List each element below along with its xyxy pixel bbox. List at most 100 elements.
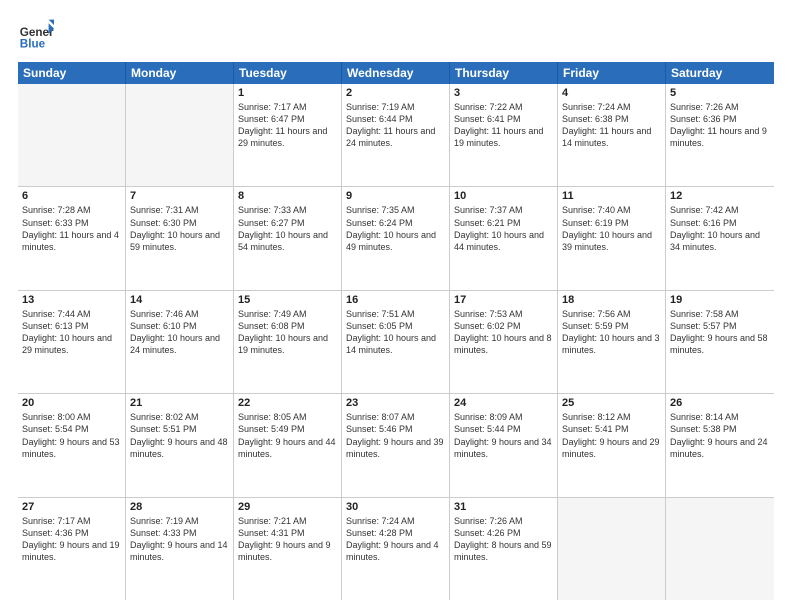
cell-info: Sunrise: 7:53 AM Sunset: 6:02 PM Dayligh… (454, 308, 553, 357)
cell-info: Sunrise: 7:49 AM Sunset: 6:08 PM Dayligh… (238, 308, 337, 357)
day-number: 12 (670, 190, 770, 202)
calendar-cell: 26 Sunrise: 8:14 AM Sunset: 5:38 PM Dayli… (666, 394, 774, 496)
calendar-cell (666, 498, 774, 600)
day-number: 23 (346, 397, 445, 409)
day-number: 20 (22, 397, 121, 409)
svg-text:Blue: Blue (20, 38, 46, 51)
cell-info: Sunrise: 7:42 AM Sunset: 6:16 PM Dayligh… (670, 204, 770, 253)
header-cell-tuesday: Tuesday (234, 62, 342, 84)
calendar-cell: 5 Sunrise: 7:26 AM Sunset: 6:36 PM Daylig… (666, 84, 774, 186)
cell-info: Sunrise: 7:24 AM Sunset: 6:38 PM Dayligh… (562, 101, 661, 150)
day-number: 5 (670, 87, 770, 99)
calendar-cell: 6Sunrise: 7:28 AM Sunset: 6:33 PM Daylig… (18, 187, 126, 289)
calendar-cell: 29 Sunrise: 7:21 AM Sunset: 4:31 PM Dayli… (234, 498, 342, 600)
calendar-cell: 16 Sunrise: 7:51 AM Sunset: 6:05 PM Dayli… (342, 291, 450, 393)
calendar-cell: 30 Sunrise: 7:24 AM Sunset: 4:28 PM Dayli… (342, 498, 450, 600)
calendar-header-row: SundayMondayTuesdayWednesdayThursdayFrid… (18, 62, 774, 84)
cell-info: Sunrise: 7:56 AM Sunset: 5:59 PM Dayligh… (562, 308, 661, 357)
calendar-cell: 13 Sunrise: 7:44 AM Sunset: 6:13 PM Dayli… (18, 291, 126, 393)
day-number: 25 (562, 397, 661, 409)
day-number: 4 (562, 87, 661, 99)
day-number: 2 (346, 87, 445, 99)
calendar-cell: 25 Sunrise: 8:12 AM Sunset: 5:41 PM Dayli… (558, 394, 666, 496)
calendar-cell: 27Sunrise: 7:17 AM Sunset: 4:36 PM Dayli… (18, 498, 126, 600)
day-number: 24 (454, 397, 553, 409)
cell-info: Sunrise: 7:37 AM Sunset: 6:21 PM Dayligh… (454, 204, 553, 253)
cell-info: Sunrise: 7:31 AM Sunset: 6:30 PM Dayligh… (130, 204, 229, 253)
page-header: General Blue (18, 16, 774, 52)
day-number: 19 (670, 294, 770, 306)
calendar-cell: 19 Sunrise: 7:58 AM Sunset: 5:57 PM Dayli… (666, 291, 774, 393)
cell-info: Sunrise: 7:58 AM Sunset: 5:57 PM Dayligh… (670, 308, 770, 357)
day-number: 17 (454, 294, 553, 306)
cell-info: Sunrise: 8:02 AM Sunset: 5:51 PM Dayligh… (130, 411, 229, 460)
day-number: 29 (238, 501, 337, 513)
cell-info: Sunrise: 8:07 AM Sunset: 5:46 PM Dayligh… (346, 411, 445, 460)
calendar-cell: 20 Sunrise: 8:00 AM Sunset: 5:54 PM Dayli… (18, 394, 126, 496)
calendar: SundayMondayTuesdayWednesdayThursdayFrid… (18, 62, 774, 600)
day-number: 1 (238, 87, 337, 99)
calendar-cell: 28Sunrise: 7:19 AM Sunset: 4:33 PM Dayli… (126, 498, 234, 600)
header-cell-monday: Monday (126, 62, 234, 84)
cell-info: Sunrise: 7:33 AM Sunset: 6:27 PM Dayligh… (238, 204, 337, 253)
calendar-cell: 3Sunrise: 7:22 AM Sunset: 6:41 PM Daylig… (450, 84, 558, 186)
calendar-cell: 17 Sunrise: 7:53 AM Sunset: 6:02 PM Dayli… (450, 291, 558, 393)
day-number: 16 (346, 294, 445, 306)
calendar-cell: 2 Sunrise: 7:19 AM Sunset: 6:44 PM Daylig… (342, 84, 450, 186)
cell-info: Sunrise: 8:05 AM Sunset: 5:49 PM Dayligh… (238, 411, 337, 460)
logo: General Blue (18, 16, 54, 52)
day-number: 13 (22, 294, 121, 306)
cell-info: Sunrise: 7:46 AM Sunset: 6:10 PM Dayligh… (130, 308, 229, 357)
header-cell-saturday: Saturday (666, 62, 774, 84)
cell-info: Sunrise: 7:17 AM Sunset: 6:47 PM Dayligh… (238, 101, 337, 150)
day-number: 10 (454, 190, 553, 202)
header-cell-wednesday: Wednesday (342, 62, 450, 84)
cell-info: Sunrise: 7:19 AM Sunset: 4:33 PM Dayligh… (130, 515, 229, 564)
calendar-cell (126, 84, 234, 186)
cell-info: Sunrise: 8:00 AM Sunset: 5:54 PM Dayligh… (22, 411, 121, 460)
calendar-week-5: 27Sunrise: 7:17 AM Sunset: 4:36 PM Dayli… (18, 498, 774, 600)
calendar-cell: 24Sunrise: 8:09 AM Sunset: 5:44 PM Dayli… (450, 394, 558, 496)
calendar-cell: 8Sunrise: 7:33 AM Sunset: 6:27 PM Daylig… (234, 187, 342, 289)
cell-info: Sunrise: 7:51 AM Sunset: 6:05 PM Dayligh… (346, 308, 445, 357)
calendar-week-2: 6Sunrise: 7:28 AM Sunset: 6:33 PM Daylig… (18, 187, 774, 290)
calendar-cell: 22 Sunrise: 8:05 AM Sunset: 5:49 PM Dayli… (234, 394, 342, 496)
logo-icon: General Blue (18, 16, 54, 52)
header-cell-sunday: Sunday (18, 62, 126, 84)
day-number: 9 (346, 190, 445, 202)
header-cell-thursday: Thursday (450, 62, 558, 84)
calendar-cell: 18 Sunrise: 7:56 AM Sunset: 5:59 PM Dayli… (558, 291, 666, 393)
cell-info: Sunrise: 7:19 AM Sunset: 6:44 PM Dayligh… (346, 101, 445, 150)
cell-info: Sunrise: 7:44 AM Sunset: 6:13 PM Dayligh… (22, 308, 121, 357)
day-number: 22 (238, 397, 337, 409)
calendar-cell (18, 84, 126, 186)
day-number: 18 (562, 294, 661, 306)
day-number: 7 (130, 190, 229, 202)
cell-info: Sunrise: 7:22 AM Sunset: 6:41 PM Dayligh… (454, 101, 553, 150)
header-cell-friday: Friday (558, 62, 666, 84)
calendar-cell: 1 Sunrise: 7:17 AM Sunset: 6:47 PM Daylig… (234, 84, 342, 186)
cell-info: Sunrise: 7:26 AM Sunset: 4:26 PM Dayligh… (454, 515, 553, 564)
calendar-week-4: 20 Sunrise: 8:00 AM Sunset: 5:54 PM Dayli… (18, 394, 774, 497)
calendar-cell: 31 Sunrise: 7:26 AM Sunset: 4:26 PM Dayli… (450, 498, 558, 600)
day-number: 21 (130, 397, 229, 409)
calendar-cell: 23 Sunrise: 8:07 AM Sunset: 5:46 PM Dayli… (342, 394, 450, 496)
calendar-week-3: 13 Sunrise: 7:44 AM Sunset: 6:13 PM Dayli… (18, 291, 774, 394)
cell-info: Sunrise: 8:14 AM Sunset: 5:38 PM Dayligh… (670, 411, 770, 460)
cell-info: Sunrise: 7:21 AM Sunset: 4:31 PM Dayligh… (238, 515, 337, 564)
day-number: 11 (562, 190, 661, 202)
day-number: 30 (346, 501, 445, 513)
cell-info: Sunrise: 7:24 AM Sunset: 4:28 PM Dayligh… (346, 515, 445, 564)
calendar-cell (558, 498, 666, 600)
day-number: 31 (454, 501, 553, 513)
day-number: 15 (238, 294, 337, 306)
calendar-cell: 4 Sunrise: 7:24 AM Sunset: 6:38 PM Daylig… (558, 84, 666, 186)
day-number: 26 (670, 397, 770, 409)
calendar-cell: 15 Sunrise: 7:49 AM Sunset: 6:08 PM Dayli… (234, 291, 342, 393)
cell-info: Sunrise: 8:12 AM Sunset: 5:41 PM Dayligh… (562, 411, 661, 460)
cell-info: Sunrise: 7:26 AM Sunset: 6:36 PM Dayligh… (670, 101, 770, 150)
cell-info: Sunrise: 7:35 AM Sunset: 6:24 PM Dayligh… (346, 204, 445, 253)
cell-info: Sunrise: 7:40 AM Sunset: 6:19 PM Dayligh… (562, 204, 661, 253)
calendar-cell: 9 Sunrise: 7:35 AM Sunset: 6:24 PM Daylig… (342, 187, 450, 289)
cell-info: Sunrise: 7:17 AM Sunset: 4:36 PM Dayligh… (22, 515, 121, 564)
